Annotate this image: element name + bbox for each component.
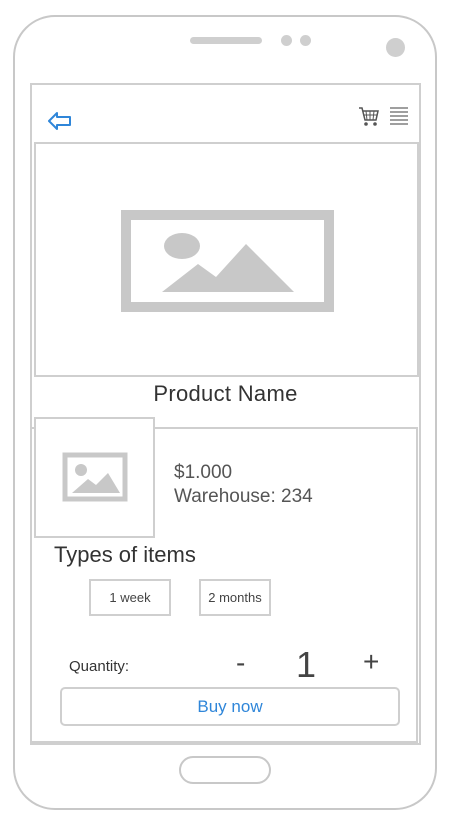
top-bar <box>32 85 419 141</box>
product-name: Product Name <box>153 381 298 406</box>
buy-now-button[interactable]: Buy now <box>60 687 400 726</box>
product-hero-image <box>34 142 419 377</box>
back-arrow-icon[interactable] <box>47 110 73 132</box>
list-menu-icon[interactable] <box>389 106 409 126</box>
quantity-label: Quantity: <box>69 658 130 675</box>
phone-sensor-dot <box>281 35 292 46</box>
product-price: $1.000 <box>174 462 233 483</box>
quantity-increment-button[interactable]: + <box>363 646 379 678</box>
phone-camera <box>386 38 405 57</box>
shopping-cart-icon[interactable] <box>358 104 380 128</box>
quantity-decrement-button[interactable]: - <box>236 647 245 679</box>
warehouse-stock: Warehouse: 234 <box>174 486 313 507</box>
image-placeholder-icon <box>62 452 128 502</box>
product-details-card: $1.000 Warehouse: 234 Types of items 1 w… <box>30 417 418 743</box>
app-screen: Product Name $1.000 Warehouse: 234 Types… <box>30 83 421 745</box>
phone-speaker <box>190 37 262 44</box>
phone-home-button[interactable] <box>179 756 271 784</box>
types-heading: Types of items <box>54 542 196 567</box>
image-placeholder-icon <box>121 210 334 312</box>
product-thumbnail <box>34 417 155 538</box>
option-2-months[interactable]: 2 months <box>199 579 271 616</box>
quantity-value: 1 <box>296 644 317 685</box>
phone-sensor-dot <box>300 35 311 46</box>
option-1-week[interactable]: 1 week <box>89 579 171 616</box>
